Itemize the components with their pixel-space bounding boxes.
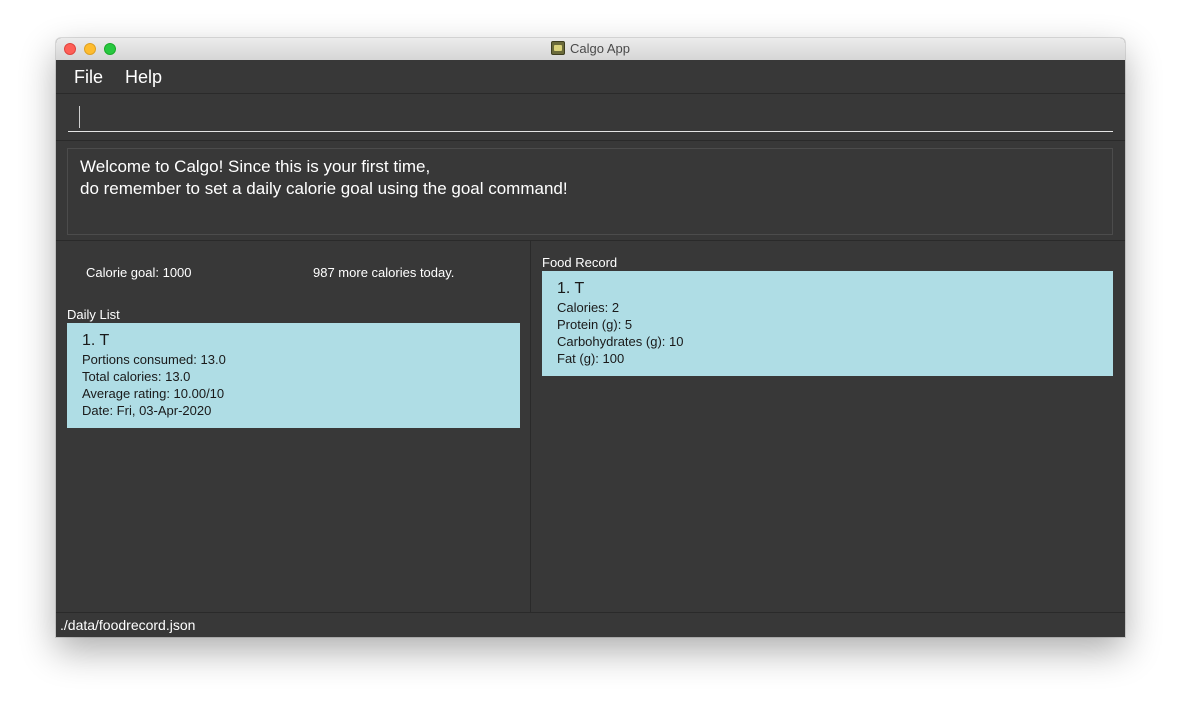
food-record-label: Food Record [542, 255, 618, 270]
result-display: Welcome to Calgo! Since this is your fir… [67, 148, 1113, 235]
window-title-wrap: Calgo App [56, 38, 1125, 60]
command-input[interactable] [68, 102, 1113, 132]
result-display-area: Welcome to Calgo! Since this is your fir… [56, 141, 1125, 241]
command-box-area [56, 94, 1125, 141]
calgo-app-icon [551, 41, 565, 55]
food-item-calories: Calories: 2 [557, 300, 620, 315]
food-item-fat: Fat (g): 100 [557, 351, 625, 366]
window-title: Calgo App [570, 41, 630, 56]
food-record-panel: Food Record 1. T Calories: 2 Protein (g)… [531, 241, 1125, 612]
daily-item-average-rating: Average rating: 10.00/10 [82, 386, 225, 401]
status-bar: ./data/foodrecord.json [56, 612, 1125, 637]
calorie-goal-label: Calorie goal: 1000 [86, 265, 192, 280]
remaining-calories-label: 987 more calories today. [313, 265, 455, 280]
daily-item-header: 1. T [82, 332, 110, 349]
food-item-protein: Protein (g): 5 [557, 317, 633, 332]
daily-item-total-calories: Total calories: 13.0 [82, 369, 191, 384]
daily-list-item[interactable]: 1. T Portions consumed: 13.0 Total calor… [67, 323, 520, 428]
data-file-path: ./data/foodrecord.json [60, 617, 196, 633]
food-item-header: 1. T [557, 280, 585, 297]
menu-bar: File Help [56, 60, 1125, 94]
app-window: Calgo App File Help Welcome to Calgo! Si… [56, 38, 1125, 637]
title-bar: Calgo App [56, 38, 1125, 61]
daily-item-date: Date: Fri, 03-Apr-2020 [82, 403, 212, 418]
menu-file[interactable]: File [74, 66, 103, 88]
daily-panel: Calorie goal: 1000 987 more calories tod… [56, 241, 531, 612]
food-item-carbohydrates: Carbohydrates (g): 10 [557, 334, 684, 349]
food-record-item[interactable]: 1. T Calories: 2 Protein (g): 5 Carbohyd… [542, 271, 1113, 376]
text-caret [79, 106, 80, 128]
daily-item-portions: Portions consumed: 13.0 [82, 352, 226, 367]
daily-list-label: Daily List [67, 307, 120, 322]
menu-help[interactable]: Help [125, 66, 162, 88]
